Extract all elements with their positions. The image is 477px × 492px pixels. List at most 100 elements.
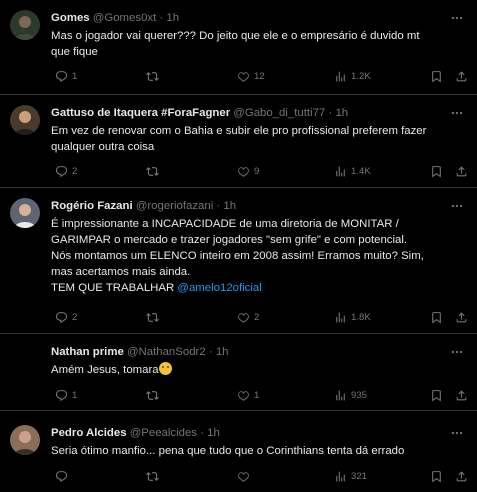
share-button[interactable] bbox=[455, 468, 468, 484]
avatar[interactable] bbox=[10, 10, 40, 40]
more-icon[interactable] bbox=[449, 105, 465, 121]
author-name[interactable]: Nathan prime bbox=[51, 346, 124, 358]
more-icon[interactable] bbox=[449, 425, 465, 441]
bookmark-icon bbox=[430, 70, 443, 83]
bookmark-button[interactable] bbox=[430, 387, 443, 403]
share-button[interactable] bbox=[455, 68, 468, 84]
like-button[interactable]: 12 bbox=[237, 68, 265, 84]
reply-button[interactable]: 1 bbox=[55, 68, 77, 84]
reply-button[interactable] bbox=[55, 468, 72, 484]
reply-icon bbox=[55, 470, 68, 483]
tweet-text: Mas o jogador vai querer??? Do jeito que… bbox=[51, 28, 463, 60]
retweet-icon bbox=[146, 311, 159, 324]
like-button[interactable]: 2 bbox=[237, 309, 259, 325]
action-bar: 2 9 1.4K bbox=[51, 163, 467, 179]
avatar[interactable] bbox=[10, 425, 40, 455]
like-button[interactable] bbox=[237, 468, 254, 484]
reply-tweet[interactable]: Gomes @Gomes0xt · 1h Mas o jogador vai q… bbox=[0, 0, 477, 95]
bookmark-button[interactable] bbox=[430, 309, 443, 325]
retweet-button[interactable] bbox=[146, 387, 163, 403]
share-button[interactable] bbox=[455, 163, 468, 179]
tweet-text-line: mas acertamos mais ainda. bbox=[51, 266, 191, 278]
tweet-text-line: Amém Jesus, tomara bbox=[51, 362, 463, 378]
action-bar: 321 bbox=[51, 468, 467, 484]
like-icon bbox=[237, 470, 250, 483]
like-count: 9 bbox=[254, 165, 260, 177]
tweet-text-line: qualquer outra coisa bbox=[51, 141, 155, 153]
author-handle[interactable]: @rogeriofazani bbox=[136, 200, 213, 212]
separator-dot: · bbox=[328, 107, 333, 119]
views-button[interactable]: 321 bbox=[334, 468, 367, 484]
author-name[interactable]: Gattuso de Itaquera #ForaFagner bbox=[51, 107, 230, 119]
more-icon[interactable] bbox=[449, 10, 465, 26]
tweet-text-line: É impressionante a INCAPACIDADE de uma d… bbox=[51, 218, 399, 230]
share-button[interactable] bbox=[455, 309, 468, 325]
avatar[interactable] bbox=[10, 105, 40, 135]
retweet-icon bbox=[146, 470, 159, 483]
reply-tweet[interactable]: Pedro Alcides @Peealcides · 1h Seria óti… bbox=[0, 411, 477, 492]
reply-count: 1 bbox=[72, 70, 78, 82]
share-icon bbox=[455, 70, 468, 83]
reply-tweet[interactable]: Nathan prime @NathanSodr2 · 1h Amém Jesu… bbox=[0, 334, 477, 411]
action-bar: 2 2 1.8K bbox=[51, 309, 467, 325]
author-handle[interactable]: @Peealcides bbox=[130, 427, 197, 439]
author-handle[interactable]: @NathanSodr2 bbox=[127, 346, 206, 358]
mention-link[interactable]: @amelo12oficial bbox=[177, 282, 261, 294]
tweet-text-line: GARIMPAR o mercado e trazer jogadores "s… bbox=[51, 234, 408, 246]
tweet-header: Gomes @Gomes0xt · 1h bbox=[51, 10, 437, 26]
tweet-text: Seria ótimo manfio... pena que tudo que … bbox=[51, 443, 463, 459]
like-count: 2 bbox=[254, 311, 260, 323]
bookmark-button[interactable] bbox=[430, 68, 443, 84]
text-segment: Amém Jesus, tomara bbox=[51, 364, 159, 376]
more-icon[interactable] bbox=[449, 198, 465, 214]
tweet-text: Amém Jesus, tomara bbox=[51, 362, 463, 378]
author-name[interactable]: Rogério Fazani bbox=[51, 200, 133, 212]
retweet-button[interactable] bbox=[146, 68, 163, 84]
bookmark-button[interactable] bbox=[430, 468, 443, 484]
timestamp[interactable]: 1h bbox=[166, 12, 179, 24]
tweet-text-line: Nós montamos um ELENCO inteiro em 2008 a… bbox=[51, 250, 424, 262]
action-bar: 1 12 1.2K bbox=[51, 68, 467, 84]
bookmark-icon bbox=[430, 470, 443, 483]
reply-button[interactable]: 2 bbox=[55, 163, 77, 179]
timestamp[interactable]: 1h bbox=[207, 427, 220, 439]
author-name[interactable]: Pedro Alcides bbox=[51, 427, 127, 439]
action-bar: 1 1 935 bbox=[51, 387, 467, 403]
views-icon bbox=[334, 70, 347, 83]
separator-dot: · bbox=[159, 12, 164, 24]
timestamp[interactable]: 1h bbox=[223, 200, 236, 212]
more-icon[interactable] bbox=[449, 344, 465, 360]
avatar[interactable] bbox=[10, 344, 40, 374]
timestamp[interactable]: 1h bbox=[216, 346, 229, 358]
view-count: 1.8K bbox=[351, 311, 371, 323]
reply-button[interactable]: 1 bbox=[55, 387, 77, 403]
author-handle[interactable]: @Gabo_di_tutti77 bbox=[233, 107, 325, 119]
reply-button[interactable]: 2 bbox=[55, 309, 77, 325]
like-button[interactable]: 9 bbox=[237, 163, 259, 179]
views-button[interactable]: 1.4K bbox=[334, 163, 371, 179]
bookmark-icon bbox=[430, 311, 443, 324]
separator-dot: · bbox=[208, 346, 213, 358]
author-name[interactable]: Gomes bbox=[51, 12, 90, 24]
view-count: 321 bbox=[351, 470, 368, 482]
reply-feed: Gomes @Gomes0xt · 1h Mas o jogador vai q… bbox=[0, 0, 477, 492]
retweet-button[interactable] bbox=[146, 163, 163, 179]
reply-tweet[interactable]: Rogério Fazani @rogeriofazani · 1h É imp… bbox=[0, 188, 477, 334]
like-button[interactable]: 1 bbox=[237, 387, 259, 403]
retweet-button[interactable] bbox=[146, 468, 163, 484]
views-icon bbox=[334, 389, 347, 402]
reply-tweet[interactable]: Gattuso de Itaquera #ForaFagner @Gabo_di… bbox=[0, 95, 477, 188]
timestamp[interactable]: 1h bbox=[335, 107, 348, 119]
separator-dot: · bbox=[200, 427, 204, 439]
reply-count: 2 bbox=[72, 311, 78, 323]
author-handle[interactable]: @Gomes0xt bbox=[93, 12, 156, 24]
view-count: 935 bbox=[351, 389, 368, 401]
views-button[interactable]: 1.8K bbox=[334, 309, 371, 325]
bookmark-button[interactable] bbox=[430, 163, 443, 179]
share-button[interactable] bbox=[455, 387, 468, 403]
views-button[interactable]: 1.2K bbox=[334, 68, 371, 84]
avatar[interactable] bbox=[10, 198, 40, 228]
retweet-button[interactable] bbox=[146, 309, 163, 325]
tweet-header: Gattuso de Itaquera #ForaFagner @Gabo_di… bbox=[51, 105, 437, 121]
views-button[interactable]: 935 bbox=[334, 387, 367, 403]
